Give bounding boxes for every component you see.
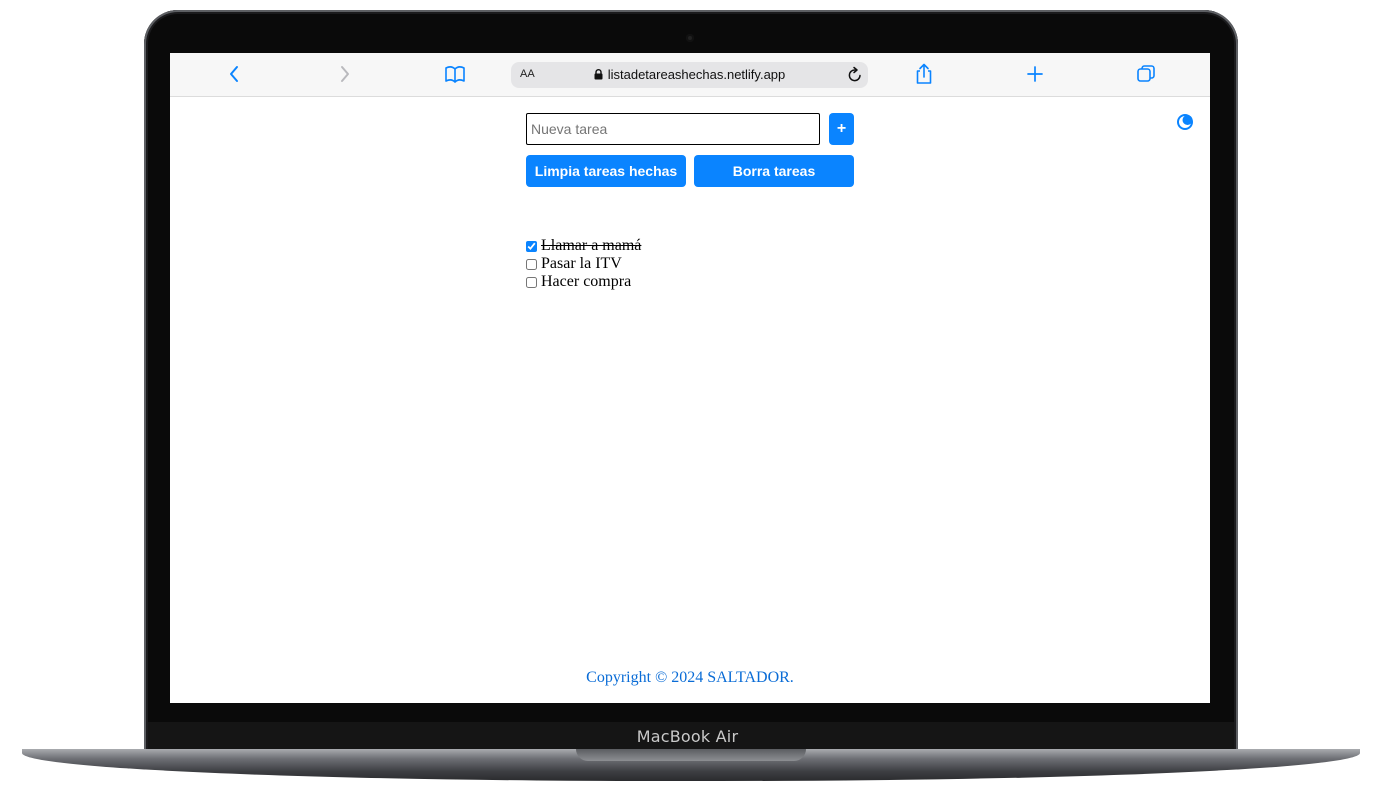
moon-icon[interactable] [1176,113,1194,131]
address-url-wrap: listadetareashechas.netlify.app [511,67,868,83]
chevron-left-icon[interactable] [223,63,245,85]
task-label: Hacer compra [541,273,632,290]
lock-icon [594,68,603,83]
camera-icon [686,34,694,42]
task-list: Llamar a mamá Pasar la ITV Hacer compra [526,237,641,291]
add-task-button[interactable]: + [829,113,854,145]
footer-copyright: Copyright © 2024 SALTADOR. [586,669,794,686]
address-url: listadetareashechas.netlify.app [607,67,786,82]
device-label: MacBook Air [636,727,739,746]
browser-toolbar: AA listadetareashechas.netlify.app [170,53,1210,97]
laptop-notch [576,749,806,761]
list-item: Llamar a mamá [526,237,641,255]
list-item: Hacer compra [526,273,641,291]
task-checkbox[interactable] [526,240,537,252]
address-bar[interactable]: AA listadetareashechas.netlify.app [511,62,868,88]
task-label: Pasar la ITV [541,255,622,272]
list-item: Pasar la ITV [526,255,641,273]
delete-tasks-button[interactable]: Borra tareas [694,155,854,187]
tabs-icon[interactable] [1135,63,1157,85]
task-checkbox[interactable] [526,258,537,270]
new-task-input[interactable] [526,113,820,145]
browser-screen: AA listadetareashechas.netlify.app + Lim… [170,53,1210,703]
task-label: Llamar a mamá [541,237,642,254]
plus-icon[interactable] [1024,63,1046,85]
book-icon[interactable] [444,63,466,85]
reload-icon[interactable] [847,66,863,88]
task-checkbox[interactable] [526,276,537,288]
share-icon[interactable] [913,63,935,85]
clear-done-tasks-button[interactable]: Limpia tareas hechas [526,155,686,187]
chevron-right-icon[interactable] [334,63,356,85]
